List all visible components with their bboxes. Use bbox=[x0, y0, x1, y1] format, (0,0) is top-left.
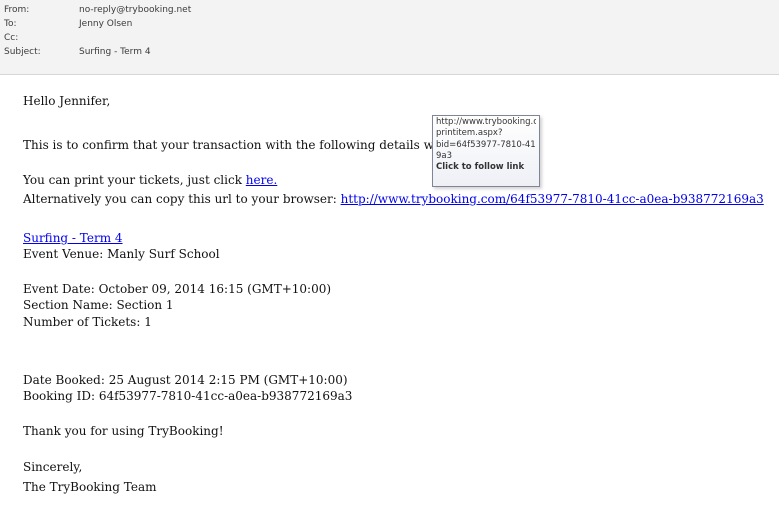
from-value[interactable]: no-reply@trybooking.net bbox=[79, 3, 191, 17]
subject-value: Surfing - Term 4 bbox=[79, 47, 151, 57]
greeting: Hello Jennifer, bbox=[23, 94, 111, 108]
ticket-count: Number of Tickets: 1 bbox=[23, 315, 152, 329]
event-link[interactable]: Surfing - Term 4 bbox=[23, 231, 123, 245]
email-header: From: no-reply@trybooking.net To: Jenny … bbox=[0, 0, 779, 75]
tooltip-url-line-4: 9a3 bbox=[436, 150, 453, 161]
email-body: Hello Jennifer, This is to confirm that … bbox=[0, 76, 779, 514]
sincerely-text: Sincerely, bbox=[23, 460, 83, 474]
tooltip-url-line-3: bid=64f53977-7810-41cc-a0ea-b93877216 bbox=[436, 139, 536, 150]
date-booked: Date Booked: 25 August 2014 2:15 PM (GMT… bbox=[23, 373, 348, 387]
link-tooltip: http://www.trybooking.com/booking/ print… bbox=[432, 115, 540, 187]
tooltip-url-line-2: printitem.aspx? bbox=[436, 128, 503, 139]
thanks-text: Thank you for using TryBooking! bbox=[23, 424, 224, 438]
subject-label: Subject: bbox=[4, 47, 41, 57]
to-label: To: bbox=[4, 19, 17, 29]
confirm-text: This is to confirm that your transaction… bbox=[23, 138, 458, 152]
cc-label: Cc: bbox=[4, 33, 19, 43]
booking-id: Booking ID: 64f53977-7810-41cc-a0ea-b938… bbox=[23, 389, 353, 403]
print-text: You can print your tickets, just click bbox=[23, 173, 246, 187]
event-venue: Event Venue: Manly Surf School bbox=[23, 247, 220, 261]
event-line: Surfing - Term 4 bbox=[23, 230, 123, 246]
tooltip-url-line-1: http://www.trybooking.com/booking/ bbox=[436, 117, 536, 127]
print-line: You can print your tickets, just click h… bbox=[23, 172, 277, 188]
to-value[interactable]: Jenny Olsen bbox=[79, 17, 132, 31]
tooltip-action: Click to follow link bbox=[436, 162, 525, 173]
event-date: Event Date: October 09, 2014 16:15 (GMT+… bbox=[23, 282, 332, 296]
from-label: From: bbox=[4, 5, 30, 15]
alt-text: Alternatively you can copy this url to y… bbox=[23, 192, 341, 206]
signature: The TryBooking Team bbox=[23, 480, 157, 494]
print-tickets-link[interactable]: here. bbox=[246, 173, 277, 187]
alt-url-line: Alternatively you can copy this url to y… bbox=[23, 191, 764, 207]
section-name: Section Name: Section 1 bbox=[23, 298, 174, 312]
ticket-url-link[interactable]: http://www.trybooking.com/64f53977-7810-… bbox=[341, 192, 764, 206]
